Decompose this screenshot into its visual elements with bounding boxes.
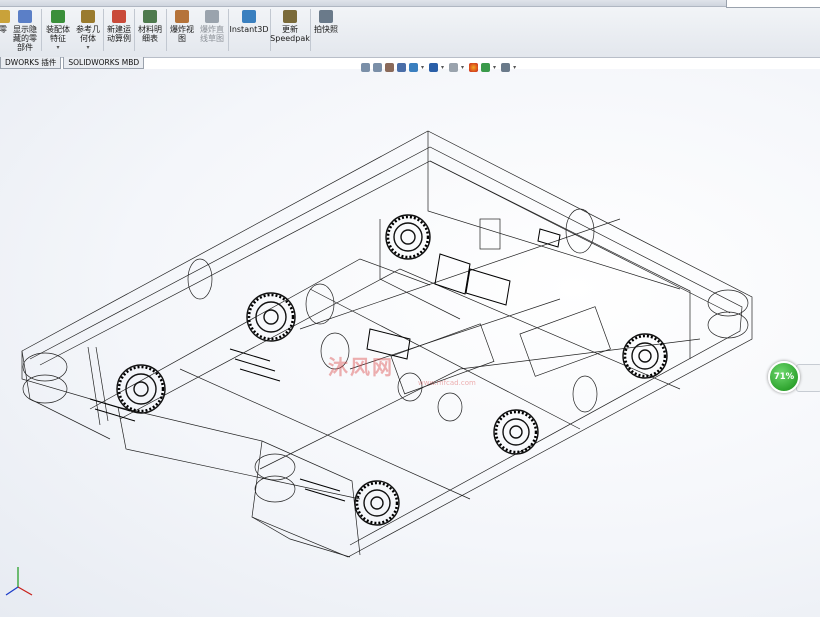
watermark: 沐风网 — [328, 355, 394, 379]
reference-geometry-label: 参考几 何体 — [76, 25, 100, 43]
chevron-down-icon[interactable]: ▾ — [421, 64, 424, 71]
zoom-fit-icon[interactable] — [361, 62, 370, 72]
snapshot-label: 拍快照 — [314, 25, 338, 34]
update-speedpak-button[interactable]: 更新 Speedpak — [270, 10, 310, 43]
view-settings-icon[interactable] — [501, 62, 511, 72]
camera-icon — [319, 10, 333, 23]
graphics-viewport[interactable]: 沐风网 www.mfcad.com — [0, 69, 820, 617]
bom-label: 材料明 细表 — [138, 25, 162, 43]
show-hidden-label: 显示隐 藏的零 部件 — [13, 25, 37, 52]
tab-addins[interactable]: DWORKS 插件 — [0, 57, 62, 69]
show-hidden-icon — [18, 10, 32, 23]
edit-appearance-icon[interactable] — [469, 62, 479, 72]
search-input[interactable] — [726, 0, 820, 8]
chevron-down-icon[interactable]: ▾ — [493, 64, 496, 71]
part-button-label: 零 — [0, 25, 7, 34]
chevron-down-icon[interactable]: ▾ — [86, 43, 89, 52]
display-style-icon[interactable] — [429, 62, 439, 72]
command-tabs: DWORKS 插件 SOLIDWORKS MBD — [0, 57, 146, 69]
instant3d-label: Instant3D — [229, 25, 269, 34]
watermark-url: www.mfcad.com — [418, 379, 476, 387]
assembly-feature-button[interactable]: 装配体 特征 ▾ — [43, 10, 73, 52]
chevron-down-icon[interactable]: ▾ — [441, 64, 444, 71]
assembly-feature-icon — [51, 10, 65, 23]
motion-study-icon — [112, 10, 126, 23]
explode-line-icon — [205, 10, 219, 23]
take-snapshot-button[interactable]: 拍快照 — [312, 10, 340, 34]
assembly-wireframe-model — [5, 130, 753, 596]
show-hidden-components-button[interactable]: 显示隐 藏的零 部件 — [10, 10, 40, 52]
new-motion-study-label: 新建运 动算例 — [107, 25, 131, 43]
view-orientation-icon[interactable] — [409, 62, 418, 72]
speedpak-label: 更新 Speedpak — [270, 25, 310, 43]
new-motion-study-button[interactable]: 新建运 动算例 — [104, 10, 134, 43]
zoom-area-icon[interactable] — [373, 62, 382, 72]
ribbon-separator — [310, 9, 311, 51]
ribbon-title-strip — [0, 0, 820, 7]
hide-show-icon[interactable] — [449, 62, 459, 72]
command-manager-ribbon: 零 显示隐 藏的零 部件 装配体 特征 ▾ 参考几 何体 ▾ 新建运 动算例 材… — [0, 0, 820, 58]
performance-gauge[interactable]: 71% — [768, 361, 800, 393]
instant3d-button[interactable]: Instant3D — [229, 10, 269, 34]
exploded-view-label: 爆炸视 图 — [170, 25, 194, 43]
bill-of-materials-button[interactable]: 材料明 细表 — [135, 10, 165, 43]
section-view-icon[interactable] — [397, 62, 406, 72]
exploded-view-button[interactable]: 爆炸视 图 — [167, 10, 197, 43]
chevron-down-icon[interactable]: ▾ — [56, 43, 59, 52]
reference-geometry-button[interactable]: 参考几 何体 ▾ — [73, 10, 103, 52]
ribbon-separator — [41, 9, 42, 51]
explode-line-sketch-button[interactable]: 爆炸直 线草图 — [197, 10, 227, 43]
chevron-down-icon[interactable]: ▾ — [461, 64, 464, 71]
reference-geometry-icon — [81, 10, 95, 23]
chevron-down-icon[interactable]: ▾ — [513, 64, 516, 71]
assembly-feature-label: 装配体 特征 — [46, 25, 70, 43]
instant3d-icon — [242, 10, 256, 23]
part-icon — [0, 10, 10, 23]
tab-mbd[interactable]: SOLIDWORKS MBD — [63, 57, 145, 69]
part-button[interactable]: 零 — [0, 10, 10, 34]
speedpak-icon — [283, 10, 297, 23]
heads-up-view-toolbar: ▾ ▾ ▾ ▾ ▾ — [361, 60, 518, 74]
apply-scene-icon[interactable] — [481, 62, 491, 72]
bom-icon — [143, 10, 157, 23]
previous-view-icon[interactable] — [385, 62, 394, 72]
exploded-view-icon — [175, 10, 189, 23]
explode-line-label: 爆炸直 线草图 — [200, 25, 224, 43]
